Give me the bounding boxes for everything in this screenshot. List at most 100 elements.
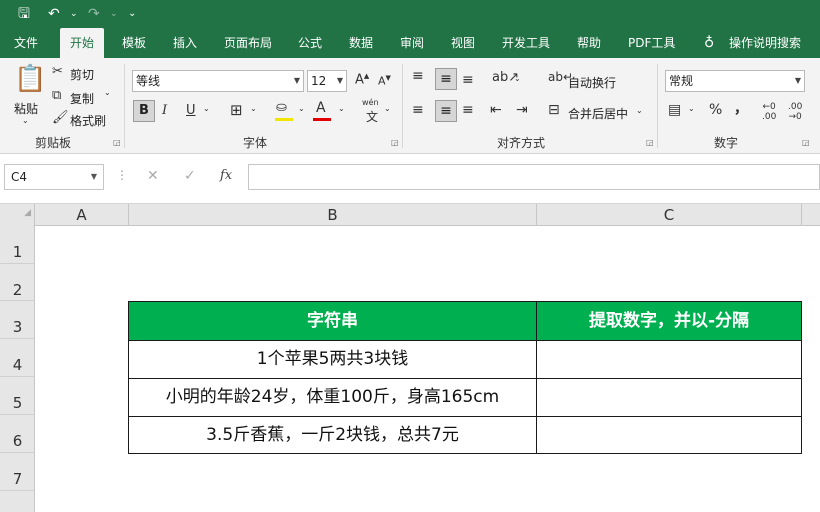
tell-me-search[interactable]: 操作说明搜索	[729, 28, 801, 58]
cut-button[interactable]: 剪切	[70, 66, 94, 83]
borders-icon[interactable]: ⊞	[230, 101, 243, 119]
row-header-5[interactable]: 5	[0, 377, 35, 415]
tab-view[interactable]: 视图	[451, 28, 475, 58]
align-center-icon[interactable]: ≡	[435, 100, 457, 122]
align-bottom-icon[interactable]: ≡	[462, 72, 474, 88]
font-name-select[interactable]: 等线 ▼	[132, 70, 304, 92]
alignment-group-label: 对齐方式	[497, 136, 546, 150]
merge-center-icon[interactable]: ⊟	[548, 102, 560, 118]
enter-icon[interactable]: ✓	[184, 168, 196, 184]
row-header-4[interactable]: 4	[0, 339, 35, 377]
row-header-3[interactable]: 3	[0, 301, 35, 339]
table-cell-c5[interactable]	[537, 379, 802, 417]
phonetic-guide-button[interactable]: wén	[362, 98, 379, 107]
increase-decimal-icon[interactable]: ←0.00	[762, 102, 776, 122]
insert-function-icon[interactable]: fx	[220, 168, 232, 183]
tab-home[interactable]: 开始	[60, 28, 105, 58]
table-cell-c4[interactable]	[537, 341, 802, 379]
name-box[interactable]: C4 ▼	[4, 164, 104, 190]
bold-label: B	[139, 103, 149, 118]
bold-button[interactable]: B	[133, 100, 155, 122]
undo-icon[interactable]: ↶	[48, 0, 60, 28]
redo-dropdown-icon[interactable]: ⌄	[110, 0, 118, 28]
save-icon[interactable]: 🖫	[18, 0, 30, 28]
align-top-icon[interactable]: ≡	[412, 68, 424, 84]
cancel-icon[interactable]: ✕	[147, 168, 159, 184]
format-painter-button[interactable]: 格式刷	[70, 112, 106, 129]
font-launcher-icon[interactable]: ◲	[391, 138, 399, 147]
paste-icon[interactable]: 📋	[14, 64, 46, 94]
row-header-2[interactable]: 2	[0, 264, 35, 301]
column-header-b[interactable]: B	[129, 204, 537, 226]
fill-color-dropdown-icon[interactable]: ⌄	[298, 104, 305, 113]
wrap-text-button[interactable]: 自动换行	[568, 74, 616, 91]
percent-button[interactable]: %	[709, 102, 722, 118]
tab-insert[interactable]: 插入	[173, 28, 197, 58]
select-all-button[interactable]: ◢	[0, 204, 35, 226]
alignment-launcher-icon[interactable]: ◲	[646, 138, 654, 147]
phonetic-dropdown-icon[interactable]: ⌄	[384, 104, 391, 113]
column-header-c[interactable]: C	[537, 204, 802, 226]
tab-developer[interactable]: 开发工具	[502, 28, 550, 58]
increase-font-icon[interactable]: A▲	[355, 72, 369, 87]
row-header-1[interactable]: 1	[0, 226, 35, 264]
redo-icon[interactable]: ↷	[88, 0, 100, 28]
table-cell-b6[interactable]: 3.5斤香蕉，一斤2块钱，总共7元	[129, 417, 537, 454]
tab-review[interactable]: 审阅	[400, 28, 424, 58]
chevron-down-icon: ▼	[90, 172, 97, 181]
tab-template[interactable]: 模板	[122, 28, 146, 58]
increase-indent-icon[interactable]: ⇥	[516, 102, 528, 118]
number-format-select[interactable]: 常规 ▼	[665, 70, 805, 92]
paste-button[interactable]: 粘贴	[14, 100, 38, 117]
customize-icon[interactable]: ⌄	[128, 0, 136, 28]
tab-file[interactable]: 文件	[14, 28, 38, 58]
tab-pdf-tools[interactable]: PDF工具	[628, 28, 675, 58]
format-painter-icon[interactable]: 🖌	[52, 110, 69, 125]
row-header-6[interactable]: 6	[0, 415, 35, 453]
orientation-dropdown-icon[interactable]: ⌄	[514, 74, 521, 83]
formula-input[interactable]	[248, 164, 820, 190]
fill-color-icon[interactable]: ⛀	[276, 100, 287, 115]
cut-icon[interactable]: ✂	[52, 64, 63, 79]
accounting-dropdown-icon[interactable]: ⌄	[688, 104, 695, 113]
table-cell-b5[interactable]: 小明的年龄24岁，体重100斤，身高165cm	[129, 379, 537, 417]
merge-dropdown-icon[interactable]: ⌄	[636, 106, 643, 115]
table-cell-c6[interactable]	[537, 417, 802, 454]
tab-data[interactable]: 数据	[349, 28, 373, 58]
copy-button[interactable]: 复制	[70, 90, 94, 107]
decrease-indent-icon[interactable]: ⇤	[490, 102, 502, 118]
accounting-format-icon[interactable]: ▤	[668, 102, 681, 118]
borders-dropdown-icon[interactable]: ⌄	[250, 104, 257, 113]
tab-formulas[interactable]: 公式	[298, 28, 322, 58]
font-size-select[interactable]: 12 ▼	[307, 70, 347, 92]
row-header-7[interactable]: 7	[0, 453, 35, 491]
table-header-extract[interactable]: 提取数字，并以-分隔	[537, 302, 802, 341]
decrease-decimal-icon[interactable]: .00 →0	[788, 102, 802, 122]
align-middle-icon[interactable]: ≡	[435, 68, 457, 90]
comma-style-button[interactable]: ，	[734, 98, 748, 118]
tab-page-layout[interactable]: 页面布局	[224, 28, 272, 58]
phonetic-guide-icon: 文	[366, 110, 379, 124]
merge-center-button[interactable]: 合并后居中	[568, 105, 628, 122]
table-cell-b4[interactable]: 1个苹果5两共3块钱	[129, 341, 537, 379]
clipboard-launcher-icon[interactable]: ◲	[113, 138, 121, 147]
undo-dropdown-icon[interactable]: ⌄	[70, 0, 78, 28]
copy-dropdown-icon[interactable]: ⌄	[104, 88, 111, 97]
select-all-icon: ◢	[24, 208, 31, 218]
font-color-dropdown-icon[interactable]: ⌄	[338, 104, 345, 113]
copy-icon[interactable]: ⧉	[52, 88, 61, 103]
font-color-icon[interactable]: A	[316, 100, 326, 116]
align-right-icon[interactable]: ≡	[462, 102, 474, 118]
more-options-icon[interactable]: ⋮	[116, 168, 128, 182]
decrease-font-icon[interactable]: A▼	[378, 74, 391, 88]
italic-button[interactable]: I	[162, 103, 167, 118]
number-launcher-icon[interactable]: ◲	[802, 138, 810, 147]
align-left-icon[interactable]: ≡	[412, 102, 424, 118]
chevron-down-icon: ▼	[293, 76, 300, 85]
underline-dropdown-icon[interactable]: ⌄	[203, 104, 210, 113]
paste-dropdown-icon[interactable]: ⌄	[22, 116, 29, 125]
tab-help[interactable]: 帮助	[577, 28, 601, 58]
table-header-string[interactable]: 字符串	[129, 302, 537, 341]
column-header-a[interactable]: A	[35, 204, 129, 226]
underline-button[interactable]: U	[186, 103, 196, 118]
